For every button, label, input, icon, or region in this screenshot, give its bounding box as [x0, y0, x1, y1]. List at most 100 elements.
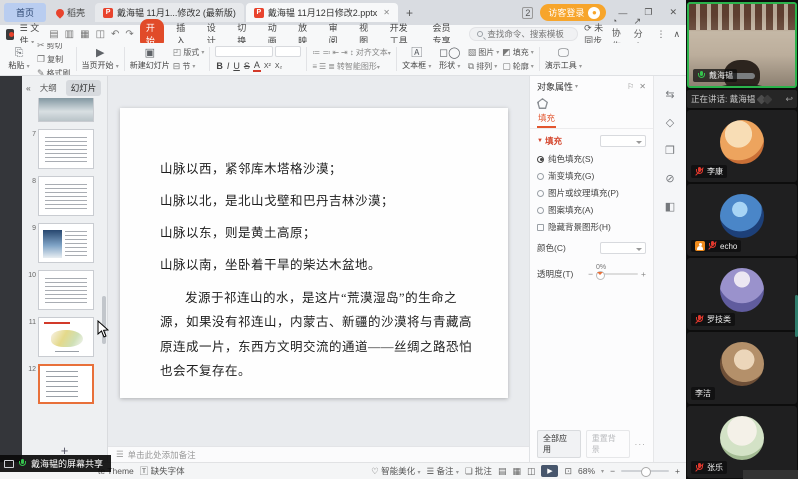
italic-button[interactable]: I [226, 61, 231, 71]
reset-background-button[interactable]: 重置背景 [586, 430, 630, 458]
fit-window-icon[interactable]: ⊡ [564, 466, 572, 477]
zoom-level[interactable]: 68% [578, 466, 595, 476]
transparency-plus-icon[interactable]: + [641, 269, 646, 279]
align-center-icon[interactable]: ☰ [319, 62, 326, 71]
slide-thumbnail[interactable]: 10 [24, 270, 107, 310]
slide-thumbnail[interactable]: 7 [24, 129, 107, 169]
print-icon[interactable]: ▦ [80, 29, 89, 40]
sorter-view-icon[interactable]: ▦ [512, 466, 521, 477]
slide-thumbnail[interactable]: 11 [24, 317, 107, 357]
align-left-icon[interactable]: ≡ [312, 62, 317, 71]
slide-thumbnail[interactable]: 8 [24, 176, 107, 216]
radio-solid-fill[interactable]: 纯色填充(S) [537, 153, 646, 165]
align-right-icon[interactable]: ≣ [328, 62, 335, 71]
to-smart-graphic-button[interactable]: 转智能图形▾ [337, 61, 380, 72]
redo-icon[interactable]: ↷ [125, 29, 133, 40]
tab-slides[interactable]: 幻灯片 [66, 80, 102, 96]
zoom-in-icon[interactable]: + [675, 466, 680, 476]
numbered-list-icon[interactable]: ≕ [322, 48, 330, 57]
speaker-video-tile[interactable]: 戴海韫 [687, 2, 797, 88]
notes-toggle-button[interactable]: ☰ 备注 ▾ [427, 465, 459, 477]
arrange-button[interactable]: ⧉排列▾ [468, 61, 500, 72]
more-options-icon[interactable]: ··· [635, 439, 647, 449]
selection-strip-icon[interactable]: ◧ [665, 200, 675, 213]
radio-picture-fill[interactable]: 图片或纹理填充(P) [537, 187, 646, 199]
copy-button[interactable]: ❐复制 [37, 54, 71, 65]
slideshow-play-button[interactable]: ▶ [541, 465, 558, 477]
missing-font-warning[interactable]: 🅃 缺失字体 [140, 465, 185, 477]
participant-tile[interactable]: 张乐 [687, 406, 797, 478]
font-size-input[interactable] [275, 46, 301, 57]
notes-bar[interactable]: ☰ 单击此处添加备注 [108, 446, 529, 462]
slide-thumbnail[interactable]: 9 [24, 223, 107, 263]
screen-share-banner[interactable]: 戴海韫的屏幕共享 [0, 455, 111, 472]
comments-button[interactable]: ❏ 批注 [465, 465, 492, 477]
picture-button[interactable]: ▧图片▾ [468, 47, 500, 58]
export-icon[interactable]: ▥ [65, 29, 74, 40]
participant-tile[interactable]: 罗技类 [687, 258, 797, 330]
indent-icon[interactable]: ⇥ [341, 48, 348, 57]
line-spacing-icon[interactable]: ↕ [350, 48, 354, 57]
preview-icon[interactable]: ◫ [96, 29, 105, 40]
tab-outline[interactable]: 大纲 [35, 80, 62, 96]
beautify-button[interactable]: ♡ 智能美化 ▾ [371, 465, 420, 477]
save-icon[interactable]: ▤ [49, 29, 58, 40]
properties-strip-icon[interactable]: ⇆ [665, 88, 674, 101]
fill-tab[interactable]: 填充 [537, 111, 556, 128]
tab-home[interactable]: 首页 [4, 3, 46, 22]
subscript-button[interactable]: X₂ [274, 63, 283, 70]
radio-pattern-fill[interactable]: 图案填充(A) [537, 204, 646, 216]
tab-docer[interactable]: 稻壳 [48, 3, 93, 22]
checkbox-hide-background[interactable]: 隐藏背景图形(H) [537, 221, 646, 233]
layers-strip-icon[interactable]: ❐ [665, 144, 675, 157]
help-strip-icon[interactable]: ⊘ [665, 172, 674, 185]
return-icon[interactable]: ↩ [785, 94, 793, 105]
slide-canvas[interactable]: 山脉以西，紧邻库木塔格沙漠； 山脉以北，是北山戈壁和巴丹吉林沙漠； 山脉以东，则… [108, 76, 529, 446]
zoom-slider[interactable] [621, 470, 669, 472]
document-tab-1[interactable]: P 戴海韫 11月1...修改2 (最新版) [95, 3, 244, 22]
transparency-slider[interactable]: 0% [596, 273, 638, 275]
collapse-panel-button[interactable]: « [26, 83, 31, 93]
slide[interactable]: 山脉以西，紧邻库木塔格沙漠； 山脉以北，是北山戈壁和巴丹吉林沙漠； 山脉以东，则… [120, 108, 508, 398]
sidebar-badge-icon[interactable]: 2 [522, 7, 533, 19]
close-panel-icon[interactable]: ✕ [639, 82, 646, 91]
tab-close-icon[interactable]: ✕ [383, 8, 390, 17]
slide-thumbnail[interactable] [24, 98, 107, 122]
command-search[interactable] [469, 27, 578, 41]
more-menu-icon[interactable]: ⋮ [656, 29, 665, 40]
underline-button[interactable]: U [232, 61, 241, 71]
new-slide-button[interactable]: ▣ 新建幻灯片 [130, 48, 170, 71]
zoom-out-icon[interactable]: − [610, 466, 615, 476]
bold-button[interactable]: B [215, 61, 224, 71]
paste-button[interactable]: ⎘ 粘贴 ▾ [4, 48, 34, 71]
pin-icon[interactable]: ⚐ [627, 82, 634, 91]
slide-thumbnail-selected[interactable]: 12 [24, 364, 107, 404]
outdent-icon[interactable]: ⇤ [332, 48, 339, 57]
cut-button[interactable]: ✂剪切 [37, 43, 71, 51]
collapse-ribbon-icon[interactable]: ∧ [673, 29, 680, 40]
play-from-current-button[interactable]: ▶ 当页开始 ▾ [82, 48, 119, 71]
participant-tile[interactable]: echo [687, 184, 797, 256]
align-text-button[interactable]: 对齐文本▾ [356, 47, 391, 58]
radio-gradient-fill[interactable]: 渐变填充(G) [537, 170, 646, 182]
effects-strip-icon[interactable]: ◇ [666, 116, 674, 129]
undo-icon[interactable]: ↶ [111, 29, 119, 40]
textbox-button[interactable]: 🄰 文本框 ▾ [402, 48, 432, 71]
layout-button[interactable]: ◰版式▾ [173, 47, 205, 58]
strikethrough-button[interactable]: S [243, 61, 251, 71]
fill-button[interactable]: ◩填充▾ [502, 47, 534, 58]
transparency-minus-icon[interactable]: − [588, 269, 593, 279]
reading-view-icon[interactable]: ◫ [527, 466, 536, 477]
shapes-button[interactable]: ◻◯ 形状 ▾ [435, 48, 465, 71]
format-painter-button[interactable]: ✎格式刷 [37, 68, 71, 77]
font-name-input[interactable] [215, 46, 273, 57]
bullet-list-icon[interactable]: ≔ [312, 48, 320, 57]
color-dropdown[interactable] [600, 242, 646, 254]
apply-all-button[interactable]: 全部应用 [537, 430, 581, 458]
normal-view-icon[interactable]: ▤ [498, 466, 507, 477]
superscript-button[interactable]: X² [263, 63, 272, 70]
participant-tile[interactable]: 李洁 [687, 332, 797, 404]
search-input[interactable] [487, 29, 570, 39]
participant-tile[interactable]: 李康 [687, 110, 797, 182]
section-button[interactable]: ⊟节▾ [173, 61, 205, 72]
